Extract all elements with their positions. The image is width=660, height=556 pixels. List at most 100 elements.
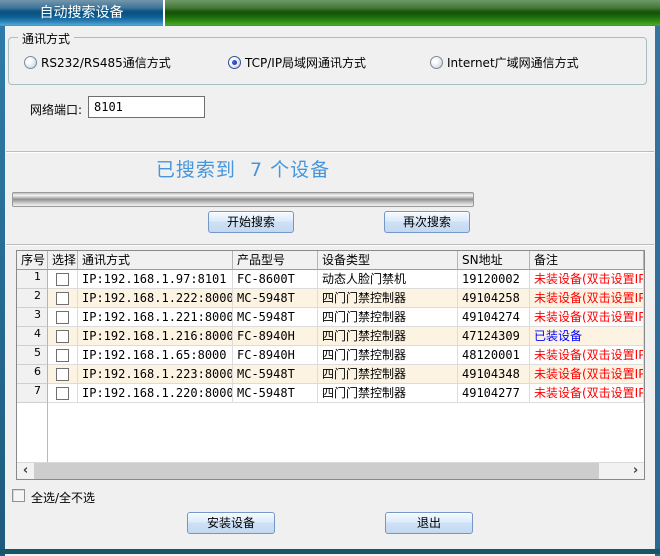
row-comm-address: IP:192.168.1.220:8000: [78, 384, 233, 403]
row-checkbox[interactable]: [56, 349, 69, 362]
exit-button[interactable]: 退出: [385, 512, 473, 534]
row-device-type: 四门门禁控制器: [318, 365, 458, 384]
row-select-cell[interactable]: [48, 365, 78, 384]
row-select-cell[interactable]: [48, 270, 78, 289]
select-all-label: 全选/全不选: [31, 489, 95, 506]
divider: [6, 151, 654, 153]
row-comm-address: IP:192.168.1.223:8000: [78, 365, 233, 384]
row-note: 未装设备(双击设置IP: [530, 270, 644, 289]
row-checkbox[interactable]: [56, 387, 69, 400]
row-index: 1: [17, 270, 48, 289]
row-device-type: 四门门禁控制器: [318, 346, 458, 365]
row-device-type: 四门门禁控制器: [318, 308, 458, 327]
table-row[interactable]: 7IP:192.168.1.220:8000MC-5948T四门门禁控制器491…: [17, 384, 644, 403]
row-note: 未装设备(双击设置IP: [530, 308, 644, 327]
row-select-cell[interactable]: [48, 327, 78, 346]
window-border-left: [0, 26, 5, 556]
row-product-model: MC-5948T: [233, 365, 318, 384]
row-device-type: 四门门禁控制器: [318, 289, 458, 308]
row-sn-address: 49104258: [458, 289, 530, 308]
search-again-button[interactable]: 再次搜索: [384, 211, 470, 233]
radio-label: RS232/RS485通信方式: [41, 54, 171, 71]
row-checkbox[interactable]: [56, 273, 69, 286]
row-sn-address: 49104277: [458, 384, 530, 403]
device-table: 序号选择通讯方式产品型号设备类型SN地址备注 1 IP:192.168.1.97:…: [16, 250, 645, 480]
row-note: 未装设备(双击设置IP: [530, 289, 644, 308]
row-product-model: MC-5948T: [233, 289, 318, 308]
row-index: 5: [17, 346, 48, 365]
row-note: 未装设备(双击设置IP: [530, 346, 644, 365]
h-scrollbar[interactable]: ‹ ›: [17, 462, 644, 479]
divider: [6, 244, 654, 246]
row-index: 6: [17, 365, 48, 384]
device-table-body: 1IP:192.168.1.97:8101FC-8600T动态人脸门禁机1912…: [17, 270, 644, 403]
table-row[interactable]: 1IP:192.168.1.97:8101FC-8600T动态人脸门禁机1912…: [17, 270, 644, 289]
window-border-bottom: [0, 549, 660, 554]
radio-icon: [24, 56, 37, 69]
row-comm-address: IP:192.168.1.216:8000: [78, 327, 233, 346]
table-row[interactable]: 2 IP:192.168.1.222:8000MC-5948T四门门禁控制器491…: [17, 289, 644, 308]
install-device-button[interactable]: 安装设备: [187, 512, 275, 534]
scroll-thumb[interactable]: [34, 463, 599, 479]
auto-search-devices-window: 自动搜索设备 通讯方式 RS232/RS485通信方式 TCP/IP局域网通讯方…: [0, 0, 660, 556]
network-port-input[interactable]: [88, 96, 205, 118]
row-note: 已装设备: [530, 327, 644, 346]
table-row[interactable]: 6 IP:192.168.1.223:8000MC-5948T四门门禁控制器491…: [17, 365, 644, 384]
column-header[interactable]: 选择: [48, 251, 78, 270]
row-checkbox[interactable]: [56, 368, 69, 381]
table-empty-area: [17, 403, 644, 462]
table-header: 序号选择通讯方式产品型号设备类型SN地址备注: [17, 251, 644, 270]
window-border-right: [655, 26, 660, 556]
row-comm-address: IP:192.168.1.97:8101: [78, 270, 233, 289]
column-header[interactable]: 设备类型: [318, 251, 458, 270]
progress-bar: [12, 192, 474, 207]
network-port-label: 网络端口:: [30, 101, 82, 118]
column-header[interactable]: SN地址: [458, 251, 530, 270]
row-select-cell[interactable]: [48, 384, 78, 403]
scroll-left-icon[interactable]: ‹: [17, 463, 34, 479]
row-index: 2: [17, 289, 48, 308]
start-search-button[interactable]: 开始搜索: [208, 211, 294, 233]
window-title: 自动搜索设备: [40, 5, 124, 21]
row-device-type: 四门门禁控制器: [318, 327, 458, 346]
row-select-cell[interactable]: [48, 308, 78, 327]
row-product-model: MC-5948T: [233, 308, 318, 327]
row-select-cell[interactable]: [48, 289, 78, 308]
row-device-type: 四门门禁控制器: [318, 384, 458, 403]
column-header[interactable]: 备注: [530, 251, 644, 270]
table-row[interactable]: 5IP:192.168.1.65:8000FC-8940H四门门禁控制器4812…: [17, 346, 644, 365]
radio-label: TCP/IP局域网通讯方式: [245, 54, 366, 71]
table-row[interactable]: 3 IP:192.168.1.221:8000MC-5948T四门门禁控制器491…: [17, 308, 644, 327]
row-sn-address: 47124309: [458, 327, 530, 346]
row-device-type: 动态人脸门禁机: [318, 270, 458, 289]
row-product-model: FC-8940H: [233, 327, 318, 346]
row-checkbox[interactable]: [56, 292, 69, 305]
row-checkbox[interactable]: [56, 311, 69, 324]
row-product-model: MC-5948T: [233, 384, 318, 403]
row-product-model: FC-8600T: [233, 270, 318, 289]
column-header[interactable]: 通讯方式: [78, 251, 233, 270]
scroll-right-icon[interactable]: ›: [627, 463, 644, 479]
row-index: 3: [17, 308, 48, 327]
row-select-cell[interactable]: [48, 346, 78, 365]
row-comm-address: IP:192.168.1.221:8000: [78, 308, 233, 327]
row-note: 未装设备(双击设置IP: [530, 384, 644, 403]
row-note: 未装设备(双击设置IP: [530, 365, 644, 384]
row-sn-address: 49104348: [458, 365, 530, 384]
row-comm-address: IP:192.168.1.65:8000: [78, 346, 233, 365]
table-row[interactable]: 4IP:192.168.1.216:8000FC-8940H四门门禁控制器471…: [17, 327, 644, 346]
radio-rs232-rs485[interactable]: RS232/RS485通信方式: [24, 55, 171, 70]
column-header[interactable]: 序号: [17, 251, 48, 270]
row-sn-address: 49104274: [458, 308, 530, 327]
radio-icon: [430, 56, 443, 69]
title-tab[interactable]: 自动搜索设备: [0, 0, 165, 26]
radio-tcpip-lan[interactable]: TCP/IP局域网通讯方式: [228, 55, 366, 70]
radio-internet-wan[interactable]: Internet广域网通信方式: [430, 55, 579, 70]
row-checkbox[interactable]: [56, 330, 69, 343]
title-bar: 自动搜索设备: [0, 0, 660, 26]
column-header[interactable]: 产品型号: [233, 251, 318, 270]
radio-label: Internet广域网通信方式: [447, 54, 579, 71]
row-sn-address: 48120001: [458, 346, 530, 365]
select-all-checkbox[interactable]: [12, 489, 25, 502]
row-comm-address: IP:192.168.1.222:8000: [78, 289, 233, 308]
